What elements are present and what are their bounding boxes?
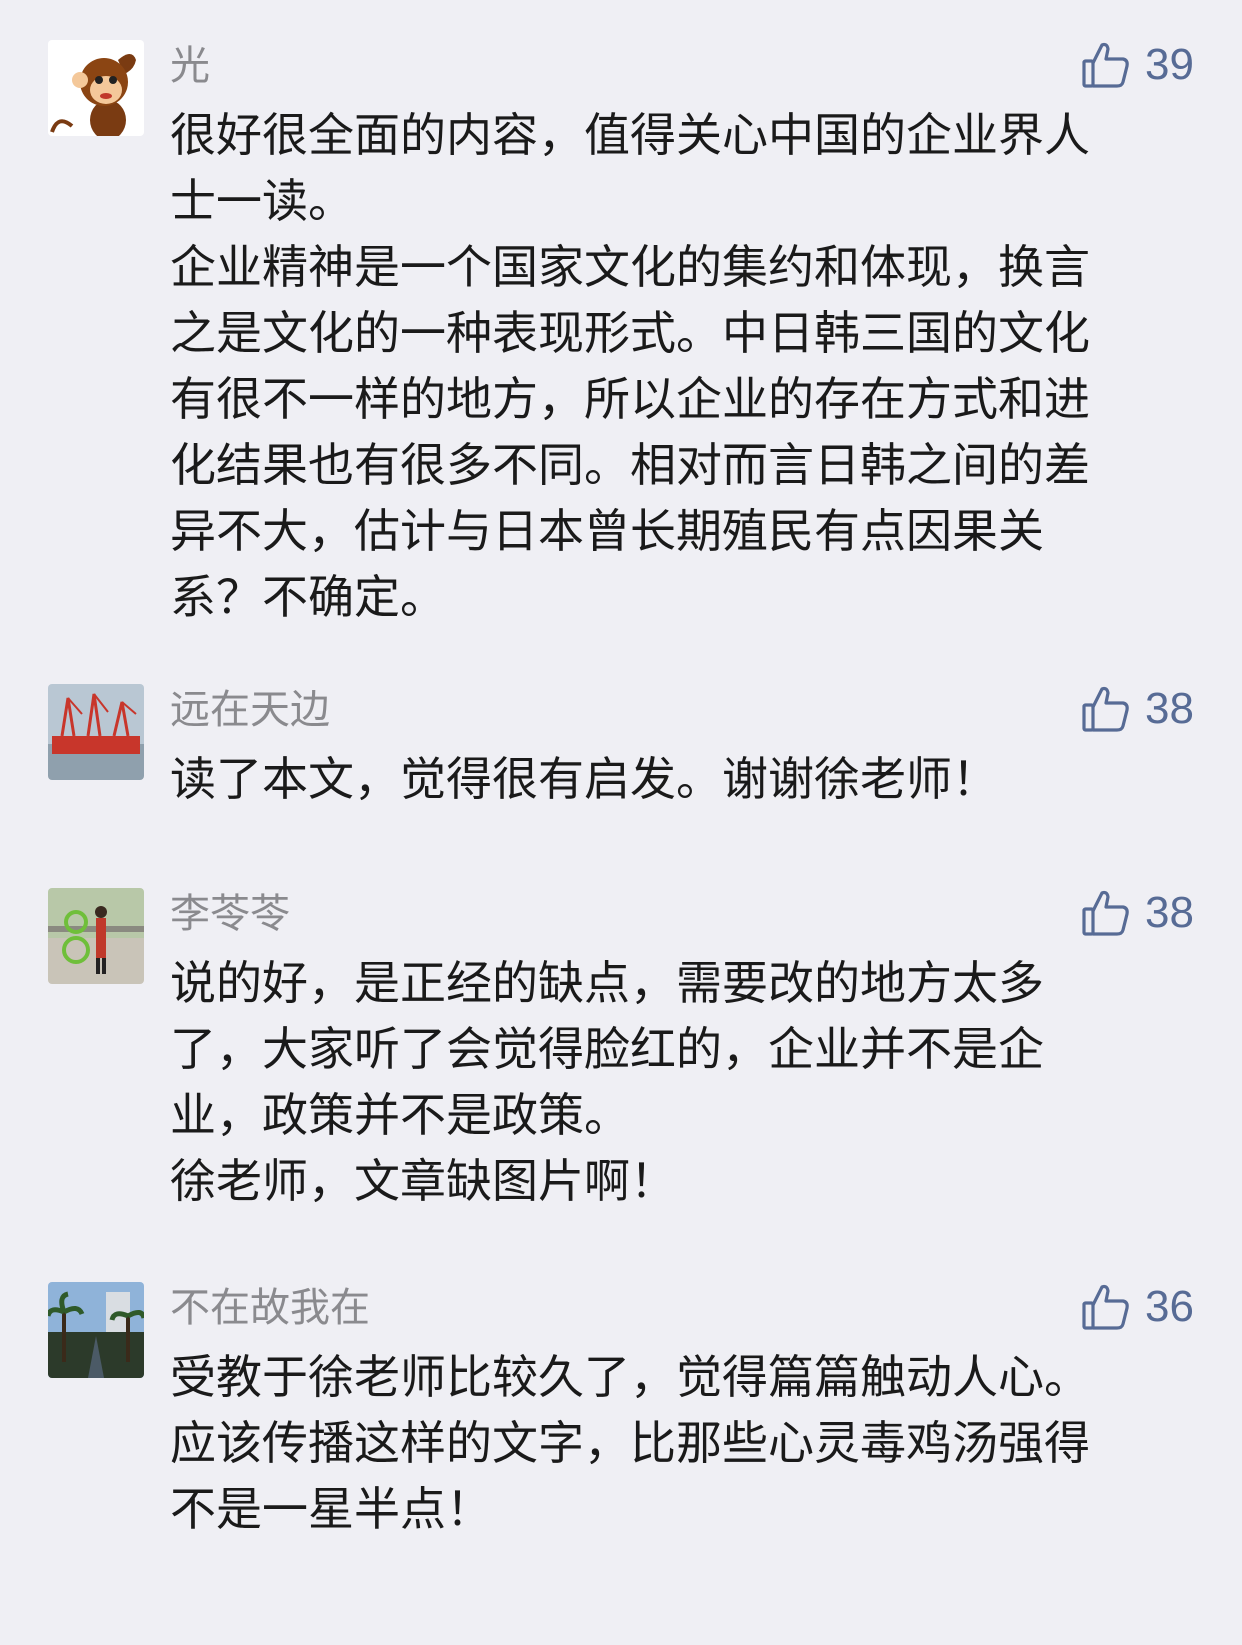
like-count: 38	[1145, 684, 1194, 733]
comment-paragraph: 说的好，是正经的缺点，需要改的地方太多 了，大家听了会觉得脸红的，企业并不是企 …	[170, 956, 1044, 1142]
comment-paragraph: 徐老师，文章缺图片啊！	[170, 1154, 676, 1208]
comment-paragraph: 企业精神是一个国家文化的集约和体现，换言 之是文化的一种表现形式。中日韩三国的文…	[170, 240, 1090, 624]
comment-body: 很好很全面的内容，值得关心中国的企业界人 士一读。 企业精神是一个国家文化的集约…	[170, 102, 1200, 630]
comment-paragraph: 受教于徐老师比较久了，觉得篇篇触动人心。 应该传播这样的文字，比那些心灵毒鸡汤强…	[170, 1350, 1090, 1536]
comment-author[interactable]: 不在故我在	[170, 1284, 370, 1332]
like-count: 39	[1145, 40, 1194, 89]
comment-paragraph: 读了本文，觉得很有启发。谢谢徐老师！	[170, 752, 998, 806]
comment-author[interactable]: 光	[170, 42, 210, 90]
like-count: 38	[1145, 888, 1194, 937]
thumbs-up-icon	[1081, 888, 1131, 938]
like-button[interactable]: 38	[1081, 684, 1194, 734]
comment-author[interactable]: 远在天边	[170, 686, 330, 734]
monkey-avatar-icon[interactable]	[48, 40, 144, 136]
palm-street-avatar-icon[interactable]	[48, 1282, 144, 1378]
comment-body: 说的好，是正经的缺点，需要改的地方太多 了，大家听了会觉得脸红的，企业并不是企 …	[170, 950, 1200, 1214]
thumbs-up-icon	[1081, 684, 1131, 734]
comment-author[interactable]: 李苓苓	[170, 890, 290, 938]
comment-body: 读了本文，觉得很有启发。谢谢徐老师！	[170, 746, 1200, 812]
ship-cranes-avatar-icon[interactable]	[48, 684, 144, 780]
comment-body: 受教于徐老师比较久了，觉得篇篇触动人心。 应该传播这样的文字，比那些心灵毒鸡汤强…	[170, 1344, 1200, 1542]
cyclist-avatar-icon[interactable]	[48, 888, 144, 984]
like-count: 36	[1145, 1282, 1194, 1331]
comment-item: 李苓苓 38 说的好，是正经的缺点，需要改的地方太多 了，大家听了会觉得脸红的，…	[0, 888, 1242, 1208]
thumbs-up-icon	[1081, 1282, 1131, 1332]
comment-list: 光 39 很好很全面的内容，值得关心中国的企业界人 士一读。 企业精神是一个国家…	[0, 0, 1242, 1645]
like-button[interactable]: 38	[1081, 888, 1194, 938]
comment-paragraph: 很好很全面的内容，值得关心中国的企业界人 士一读。	[170, 108, 1090, 228]
comment-item: 不在故我在 36 受教于徐老师比较久了，觉得篇篇触动人心。 应该传播这样的文字，…	[0, 1282, 1242, 1542]
like-button[interactable]: 36	[1081, 1282, 1194, 1332]
comment-item: 远在天边 38 读了本文，觉得很有启发。谢谢徐老师！	[0, 684, 1242, 824]
comment-item: 光 39 很好很全面的内容，值得关心中国的企业界人 士一读。 企业精神是一个国家…	[0, 40, 1242, 624]
thumbs-up-icon	[1081, 40, 1131, 90]
like-button[interactable]: 39	[1081, 40, 1194, 90]
